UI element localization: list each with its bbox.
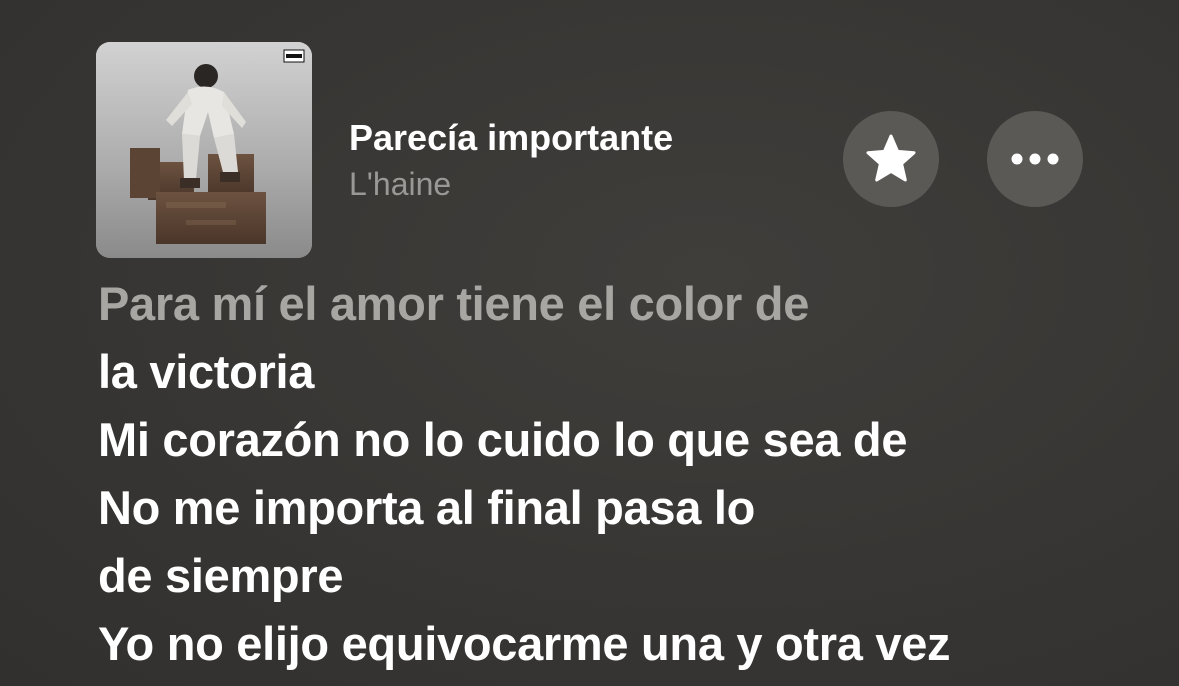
favorite-button[interactable] — [843, 111, 939, 207]
track-artist[interactable]: L'haine — [349, 166, 673, 202]
lyric-line[interactable]: No me importa al final pasa lo — [98, 474, 1158, 542]
lyric-line[interactable]: la victoria — [98, 338, 1158, 406]
lyric-line[interactable]: Mi corazón no lo cuido lo que sea de — [98, 406, 1158, 474]
album-cover-image — [96, 42, 312, 258]
lyric-line[interactable]: Para mí el amor tiene el color de — [98, 270, 1158, 338]
album-artwork[interactable] — [96, 42, 312, 258]
now-playing-header: Parecía importante L'haine — [0, 0, 1179, 270]
star-icon — [866, 134, 916, 182]
lyric-line[interactable]: de siempre — [98, 542, 1158, 610]
ellipsis-icon — [1011, 153, 1059, 165]
lyric-line[interactable]: Yo no elijo equivocarme una y otra vez — [98, 610, 1158, 678]
track-title: Parecía importante — [349, 117, 674, 158]
track-info: Parecía importante L'haine — [349, 117, 674, 203]
more-options-button[interactable] — [987, 111, 1083, 207]
lyrics-view[interactable]: Para mí el amor tiene el color de la vic… — [98, 270, 1158, 678]
